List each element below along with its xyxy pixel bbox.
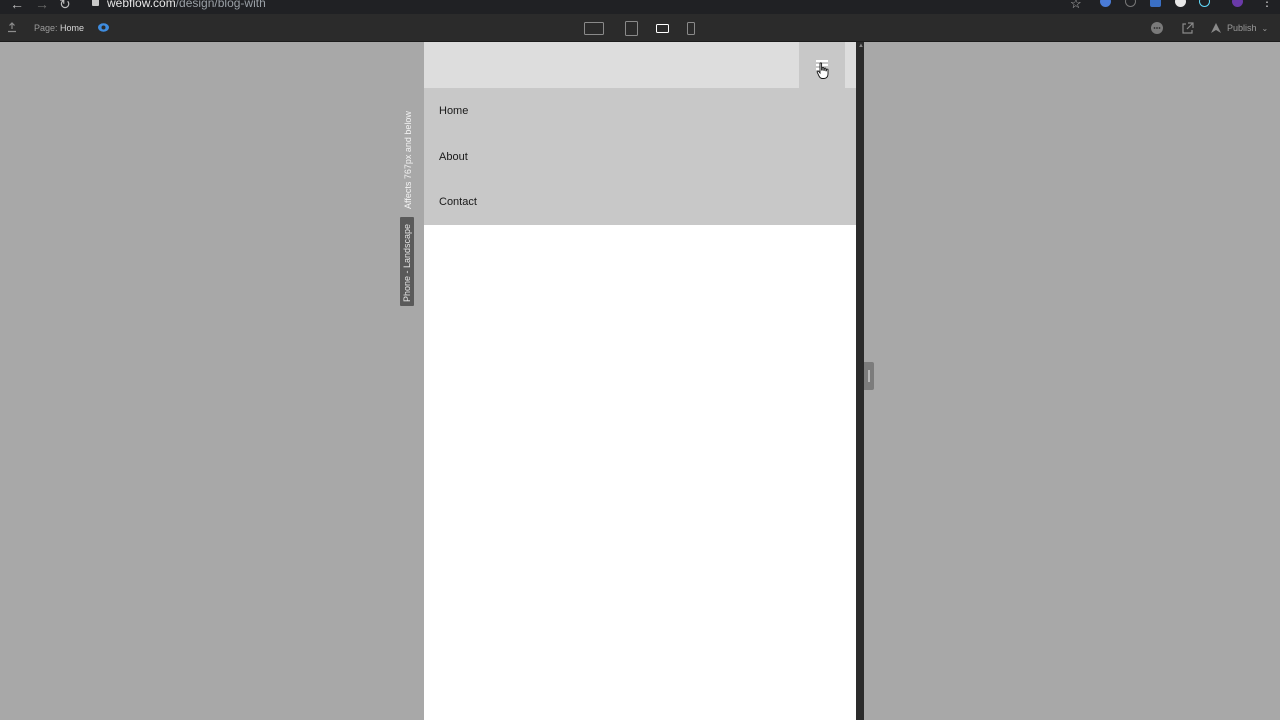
- nav-link-about[interactable]: About: [424, 134, 856, 180]
- designer-toolbar: Page: Home Publish ⌄: [0, 14, 1280, 42]
- chevron-down-icon: ⌄: [1261, 23, 1269, 33]
- back-icon[interactable]: ←: [10, 0, 24, 12]
- site-preview-frame: Home About Contact: [424, 42, 856, 720]
- profile-extension-icon[interactable]: [1175, 0, 1186, 7]
- lock-icon: [92, 0, 99, 6]
- url-host: webflow.com: [107, 0, 176, 10]
- breakpoint-note: Affects 767px and below: [401, 109, 415, 209]
- word-extension-icon[interactable]: [1150, 0, 1161, 7]
- breakpoint-note-text: Affects 767px and below: [403, 111, 413, 209]
- share-icon[interactable]: [1180, 20, 1196, 36]
- grip-icon: [868, 370, 870, 382]
- breakpoint-tablet[interactable]: [620, 18, 642, 38]
- page-selector[interactable]: Page: Home: [34, 23, 84, 33]
- desktop-icon: [584, 21, 604, 35]
- publish-label: Publish: [1227, 23, 1257, 33]
- forward-icon[interactable]: →: [35, 0, 49, 12]
- breakpoint-badge: Phone - Landscape: [400, 217, 414, 306]
- publish-button[interactable]: Publish ⌄: [1210, 20, 1268, 36]
- eye-icon[interactable]: [97, 22, 110, 33]
- bookmark-star-icon[interactable]: ☆: [1070, 0, 1082, 12]
- browser-bar: ← → ↻ webflow.com/design/blog-with ☆ ⋮: [0, 0, 1280, 14]
- upload-icon[interactable]: [7, 22, 17, 33]
- comment-icon[interactable]: [1149, 20, 1165, 36]
- scroll-up-icon[interactable]: ▲: [858, 43, 864, 49]
- frame-edge: [856, 42, 864, 720]
- breakpoint-desktop[interactable]: [583, 18, 605, 38]
- publish-icon: [1211, 23, 1221, 33]
- reload-icon[interactable]: ↻: [59, 0, 71, 12]
- extension-icon[interactable]: [1100, 0, 1111, 7]
- avatar[interactable]: [1232, 0, 1243, 7]
- pointer-cursor-icon: [816, 62, 829, 79]
- info-extension-icon[interactable]: [1125, 0, 1136, 7]
- breakpoint-phone-landscape[interactable]: [651, 18, 673, 38]
- nav-link-contact[interactable]: Contact: [424, 179, 856, 225]
- nav-link-home[interactable]: Home: [424, 88, 856, 134]
- phone-portrait-icon: [687, 21, 695, 35]
- address-bar[interactable]: webflow.com/design/blog-with: [92, 0, 266, 10]
- react-extension-icon[interactable]: [1199, 0, 1210, 7]
- breakpoint-badge-label: Phone - Landscape: [402, 223, 412, 302]
- page-prefix: Page:: [34, 23, 58, 33]
- designer-canvas: Affects 767px and below Phone - Landscap…: [0, 42, 1280, 720]
- frame-resize-handle[interactable]: [864, 362, 874, 390]
- page-name: Home: [60, 23, 85, 33]
- browser-menu-icon[interactable]: ⋮: [1261, 0, 1273, 8]
- url-path: /design/blog-with: [175, 0, 266, 10]
- site-navbar[interactable]: [424, 42, 856, 88]
- phone-landscape-icon: [655, 23, 669, 33]
- nav-menu: Home About Contact: [424, 88, 856, 225]
- breakpoint-phone-portrait[interactable]: [680, 18, 702, 38]
- tablet-icon: [624, 20, 638, 36]
